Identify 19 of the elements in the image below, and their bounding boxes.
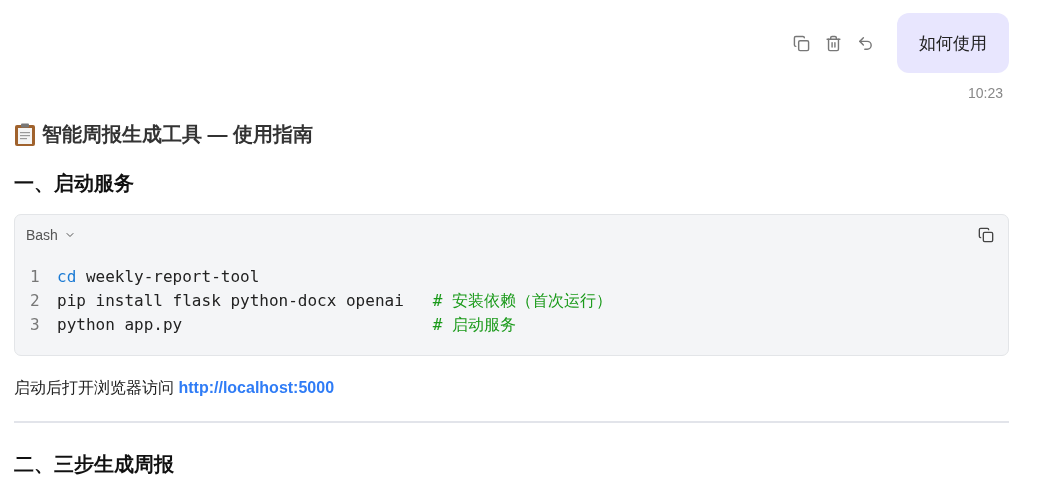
message-bubble: 如何使用 — [897, 13, 1009, 73]
language-selector[interactable]: Bash — [26, 227, 76, 243]
paragraph: 启动后打开浏览器访问 http://localhost:5000 — [14, 378, 336, 398]
code-line: cd weekly-report-tool — [57, 266, 260, 288]
copy-icon[interactable] — [978, 227, 994, 243]
undo-icon[interactable] — [857, 34, 874, 52]
delete-icon[interactable] — [825, 34, 842, 52]
code-line: python app.py # 启动服务 — [57, 314, 516, 336]
section-heading: 二、三步生成周报 — [14, 452, 175, 477]
reply-title: 智能周报生成工具 — 使用指南 — [42, 122, 314, 147]
line-number: 3 — [29, 314, 41, 336]
message-time: 10:23 — [967, 85, 1003, 101]
code-line: pip install flask python-docx openai # 安装依赖（首次运行） — [57, 290, 612, 312]
line-number: 1 — [29, 266, 41, 288]
section-heading: 一、启动服务 — [14, 171, 135, 196]
clipboard-icon — [14, 122, 36, 147]
line-number: 2 — [29, 290, 41, 312]
link[interactable]: http://localhost:5000 — [178, 379, 335, 396]
copy-icon[interactable] — [793, 34, 810, 52]
